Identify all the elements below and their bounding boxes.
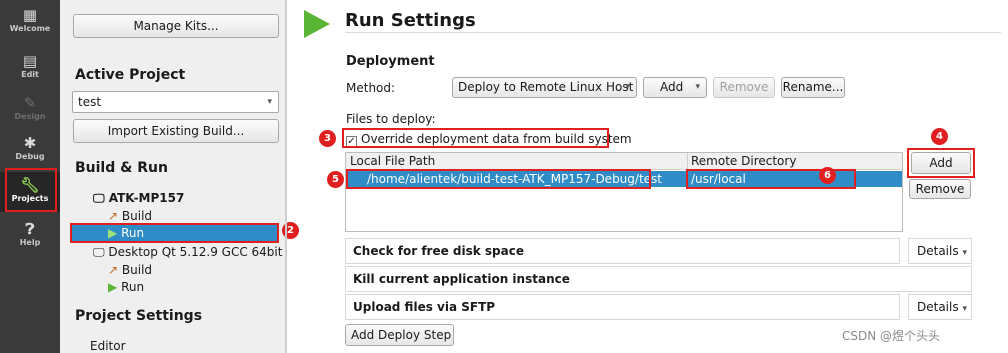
- mode-label: Welcome: [9, 24, 51, 33]
- annotation-marker-5: 5: [327, 171, 344, 188]
- method-label: Method:: [346, 81, 396, 95]
- kit-item-atk-mp157[interactable]: 🖵︎ ATK-MP157: [93, 191, 184, 206]
- watermark: CSDN @煜个头头: [842, 329, 941, 343]
- details-label: Details: [917, 300, 959, 314]
- pane-divider[interactable]: [285, 0, 287, 353]
- help-icon: ❓︎: [25, 220, 35, 238]
- chevron-down-icon: ▾: [267, 97, 272, 107]
- table-header: Local File Path Remote Directory: [346, 153, 902, 170]
- add-method-button[interactable]: Add ▾: [643, 77, 707, 98]
- project-select[interactable]: test ▾: [72, 91, 279, 113]
- settings-item-editor[interactable]: Editor: [90, 339, 126, 353]
- run-label: Run: [121, 280, 145, 294]
- annotation-box-5: [346, 169, 651, 189]
- add-deploy-step-label: Add Deploy Step: [351, 328, 452, 342]
- column-header-remote[interactable]: Remote Directory: [691, 154, 796, 168]
- kit-item-desktop[interactable]: 🖵︎ Desktop Qt 5.12.9 GCC 64bit: [93, 245, 282, 260]
- mode-help[interactable]: ❓︎ Help: [0, 220, 60, 254]
- annotation-marker-3: 3: [319, 130, 336, 147]
- annotation-box-1: [5, 168, 57, 212]
- deployment-heading: Deployment: [346, 54, 435, 69]
- step-kill-application[interactable]: Kill current application instance: [345, 266, 972, 292]
- monitor-icon: 🖵︎: [93, 245, 105, 259]
- annotation-box-2: [70, 223, 279, 243]
- annotation-marker-4: 4: [931, 128, 948, 145]
- deploy-files-table[interactable]: Local File Path Remote Directory /home/a…: [345, 152, 903, 232]
- mode-label: Edit: [21, 70, 39, 79]
- hammer-icon: ↗: [108, 263, 119, 277]
- mode-debug[interactable]: ✱ Debug: [0, 134, 60, 168]
- chevron-down-icon: ▾: [625, 82, 630, 92]
- method-select[interactable]: Deploy to Remote Linux Host ▾: [452, 77, 637, 98]
- remove-method-button[interactable]: Remove: [713, 77, 775, 98]
- chevron-down-icon: ▾: [962, 304, 967, 314]
- pencil-icon: ✎: [23, 94, 37, 112]
- bug-icon: ✱: [23, 134, 37, 152]
- build-label: Build: [121, 263, 153, 277]
- projects-pane: [60, 0, 285, 353]
- build-label: Build: [121, 209, 153, 223]
- add-label: Add: [660, 80, 684, 94]
- page-title: Run Settings: [345, 10, 476, 31]
- project-select-value: test: [78, 95, 102, 109]
- chevron-down-icon: ▾: [962, 248, 967, 258]
- step-upload-sftp[interactable]: Upload files via SFTP: [345, 294, 900, 320]
- grid-icon: ▦: [22, 6, 38, 24]
- annotation-box-3: [342, 128, 609, 148]
- import-existing-build-button[interactable]: Import Existing Build...: [73, 119, 279, 143]
- run-play-icon: ▶: [108, 280, 118, 294]
- details-label: Details: [917, 244, 959, 258]
- chevron-down-icon: ▾: [695, 82, 700, 92]
- kit-run-item[interactable]: ▶ Run: [108, 280, 144, 294]
- kit-build-item[interactable]: ↗ Build: [108, 209, 152, 223]
- rename-method-button[interactable]: Rename...: [781, 77, 845, 98]
- run-settings-play-icon: [304, 10, 330, 38]
- add-deploy-step-button[interactable]: Add Deploy Step ▾: [345, 324, 454, 353]
- method-select-value: Deploy to Remote Linux Host: [458, 80, 634, 94]
- annotation-marker-6: 6: [819, 167, 836, 184]
- project-settings-heading: Project Settings: [75, 308, 203, 324]
- mode-welcome[interactable]: ▦ Welcome: [0, 6, 60, 42]
- details-button[interactable]: Details ▾: [908, 294, 972, 320]
- kit-label: ATK-MP157: [108, 191, 185, 205]
- files-to-deploy-label: Files to deploy:: [346, 112, 436, 126]
- manage-kits-button[interactable]: Manage Kits...: [73, 14, 279, 38]
- mode-design[interactable]: ✎ Design: [0, 94, 60, 128]
- mode-label: Help: [19, 238, 41, 247]
- build-run-heading: Build & Run: [75, 160, 168, 176]
- step-check-disk-space[interactable]: Check for free disk space: [345, 238, 900, 264]
- active-project-heading: Active Project: [75, 67, 186, 83]
- document-icon: ▤: [22, 52, 38, 70]
- column-header-local[interactable]: Local File Path: [350, 154, 435, 168]
- kit-build-item[interactable]: ↗ Build: [108, 263, 152, 277]
- details-button[interactable]: Details ▾: [908, 238, 972, 264]
- annotation-box-4: [907, 148, 975, 178]
- mode-label: Design: [14, 112, 46, 121]
- mode-edit[interactable]: ▤ Edit: [0, 52, 60, 86]
- hammer-icon: ↗: [108, 209, 119, 223]
- remove-file-button[interactable]: Remove: [909, 179, 971, 199]
- kit-label: Desktop Qt 5.12.9 GCC 64bit: [108, 245, 283, 259]
- column-separator: [687, 153, 688, 170]
- mode-label: Debug: [15, 152, 45, 161]
- title-separator: [345, 32, 1001, 33]
- monitor-icon: 🖵︎: [93, 191, 105, 205]
